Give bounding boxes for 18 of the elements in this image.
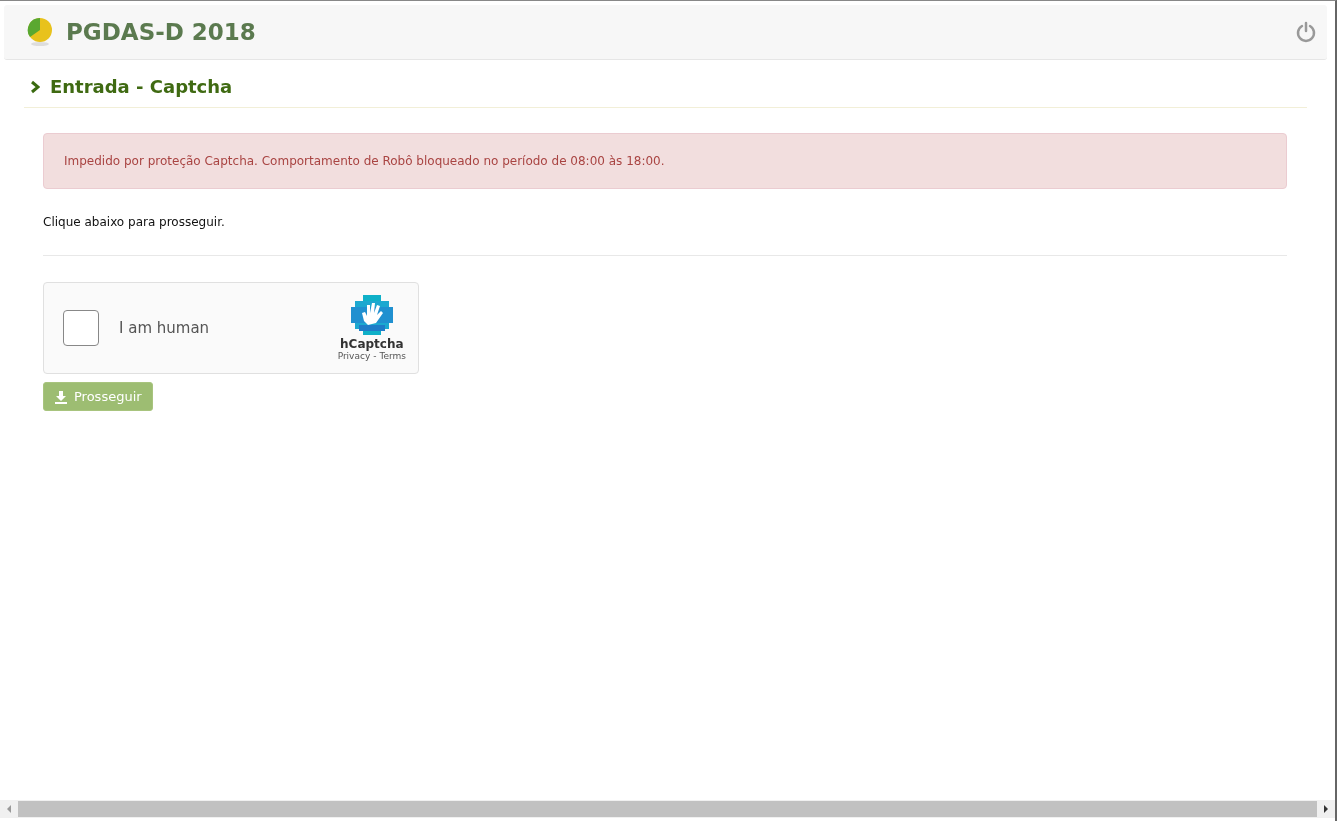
link-separator: - [373,351,377,361]
download-icon [54,389,68,404]
power-icon[interactable] [1295,21,1317,43]
privacy-link[interactable]: Privacy [337,351,371,361]
chevron-icon [30,79,40,94]
terms-link[interactable]: Terms [379,351,406,361]
section-title: Entrada - Captcha [50,76,233,97]
scroll-left-icon[interactable] [6,805,12,813]
brand-name: hCaptcha [340,337,404,351]
hand-icon [350,295,393,335]
logo-icon [26,17,54,47]
alert-message: Impedido por proteção Captcha. Comportamento de Robô bloqueado no período de 08:00 às 18:00. [64,154,665,168]
scroll-right-icon[interactable] [1323,805,1329,813]
horizontal-scrollbar[interactable] [0,800,1335,818]
app-title: PGDAS-D 2018 [66,19,256,45]
instruction-text: Clique abaixo para prosseguir. [43,215,226,229]
captcha-label: I am human [119,319,210,337]
captcha-checkbox[interactable] [63,310,99,346]
